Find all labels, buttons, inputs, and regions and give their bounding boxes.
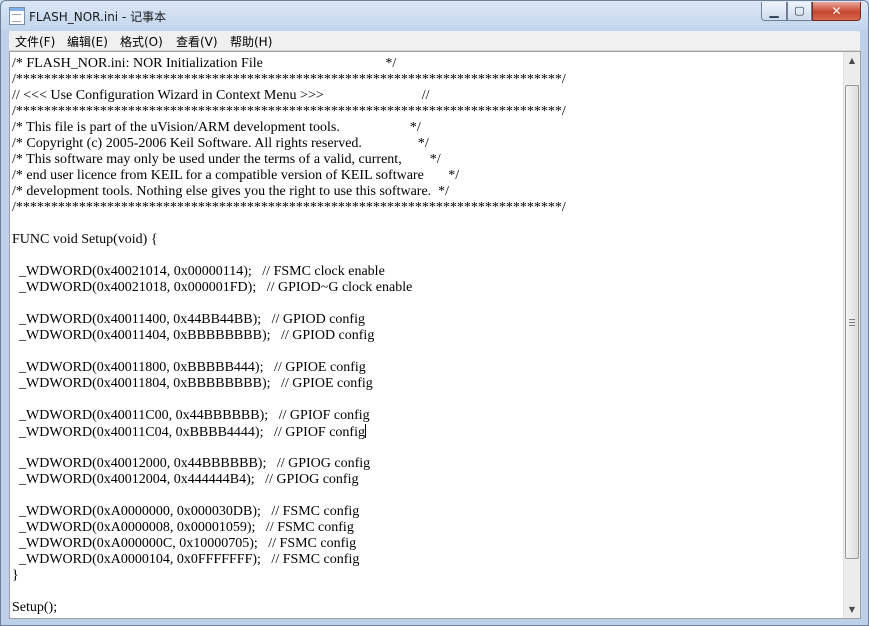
text-caret bbox=[364, 424, 366, 438]
scroll-down-arrow-icon[interactable]: ▼ bbox=[844, 601, 860, 618]
editor-line: /***************************************… bbox=[12, 104, 566, 119]
editor-line: // <<< Use Configuration Wizard in Conte… bbox=[12, 88, 430, 103]
editor-line: _WDWORD(0x40011404, 0xBBBBBBBB); // GPIO… bbox=[12, 328, 375, 343]
minimize-icon: ▁ bbox=[769, 4, 779, 18]
editor-line: FUNC void Setup(void) { bbox=[12, 232, 158, 247]
menu-edit[interactable]: 编辑(E) bbox=[67, 33, 108, 50]
maximize-icon: ▢ bbox=[794, 4, 805, 17]
editor-line: /* development tools. Nothing else gives… bbox=[12, 184, 450, 199]
editor-line: Setup(); bbox=[12, 600, 58, 615]
editor-line: _WDWORD(0x40011400, 0x44BB44BB); // GPIO… bbox=[12, 312, 365, 327]
editor-line: _WDWORD(0xA0000104, 0x0FFFFFFF); // FSMC… bbox=[12, 552, 360, 567]
editor-line: _WDWORD(0x40011C00, 0x44BBBBBB); // GPIO… bbox=[12, 408, 370, 423]
editor-line: _WDWORD(0x40012000, 0x44BBBBBB); // GPIO… bbox=[12, 456, 371, 471]
minimize-button[interactable]: ▁ bbox=[761, 2, 787, 21]
notepad-window: FLASH_NOR.ini - 记事本 ▁ ▢ ✕ 文件(F) 编辑(E) 格式… bbox=[0, 0, 869, 626]
editor-line: /* Copyright (c) 2005-2006 Keil Software… bbox=[12, 136, 429, 151]
editor-line: _WDWORD(0x40021014, 0x00000114); // FSMC… bbox=[12, 264, 385, 279]
editor-line: _WDWORD(0x40011C04, 0xBBBB4444); // GPIO… bbox=[12, 424, 366, 440]
vertical-scrollbar[interactable]: ▲ ▼ bbox=[843, 52, 860, 618]
editor-line: _WDWORD(0x40012004, 0x444444B4); // GPIO… bbox=[12, 472, 359, 487]
editor-line: _WDWORD(0x40011804, 0xBBBBBBBB); // GPIO… bbox=[12, 376, 373, 391]
editor-line: /* end user licence from KEIL for a comp… bbox=[12, 168, 460, 183]
editor-line: /* This software may only be used under … bbox=[12, 152, 441, 167]
menu-bar: 文件(F) 编辑(E) 格式(O) 查看(V) 帮助(H) bbox=[9, 31, 860, 51]
editor-line: _WDWORD(0x40021018, 0x000001FD); // GPIO… bbox=[12, 280, 413, 295]
text-editor[interactable]: /* FLASH_NOR.ini: NOR Initialization Fil… bbox=[9, 51, 861, 619]
scroll-up-arrow-icon[interactable]: ▲ bbox=[844, 52, 860, 69]
scrollbar-thumb[interactable] bbox=[845, 85, 859, 559]
editor-line: } bbox=[12, 568, 19, 583]
editor-line: /***************************************… bbox=[12, 72, 566, 87]
editor-line: /* FLASH_NOR.ini: NOR Initialization Fil… bbox=[12, 56, 397, 71]
editor-line: _WDWORD(0xA000000C, 0x10000705); // FSMC… bbox=[12, 536, 357, 551]
title-bar[interactable]: FLASH_NOR.ini - 记事本 ▁ ▢ ✕ bbox=[1, 1, 868, 29]
scrollbar-grip-icon bbox=[849, 319, 855, 326]
editor-text-area[interactable]: /* FLASH_NOR.ini: NOR Initialization Fil… bbox=[12, 56, 844, 616]
editor-line: _WDWORD(0xA0000008, 0x00001059); // FSMC… bbox=[12, 520, 354, 535]
editor-line: /***************************************… bbox=[12, 200, 566, 215]
close-button[interactable]: ✕ bbox=[812, 2, 861, 21]
editor-line: /* This file is part of the uVision/ARM … bbox=[12, 120, 421, 135]
close-icon: ✕ bbox=[831, 4, 842, 18]
menu-help[interactable]: 帮助(H) bbox=[230, 33, 272, 50]
menu-format[interactable]: 格式(O) bbox=[120, 33, 163, 50]
maximize-button[interactable]: ▢ bbox=[787, 2, 812, 21]
editor-line: _WDWORD(0x40011800, 0xBBBBB444); // GPIO… bbox=[12, 360, 366, 375]
menu-view[interactable]: 查看(V) bbox=[176, 33, 218, 50]
editor-line: _WDWORD(0xA0000000, 0x000030DB); // FSMC… bbox=[12, 504, 360, 519]
window-title: FLASH_NOR.ini - 记事本 bbox=[29, 10, 167, 24]
notepad-icon[interactable] bbox=[9, 7, 25, 25]
menu-file[interactable]: 文件(F) bbox=[15, 33, 55, 50]
